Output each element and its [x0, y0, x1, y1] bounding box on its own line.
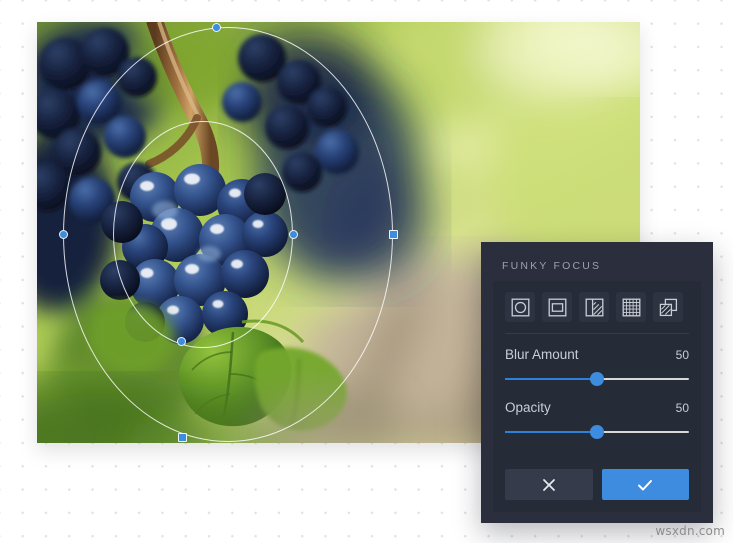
circle-mask-icon[interactable] [505, 292, 535, 322]
blur-amount-header: Blur Amount 50 [505, 334, 689, 362]
watermark: wsxdn.com [655, 524, 725, 538]
editor-canvas: FUNKY FOCUS Blur Amount 50 Opacity 50 ws… [0, 0, 733, 543]
overlay-blur-icon[interactable] [653, 292, 683, 322]
opacity-value: 50 [675, 401, 689, 415]
cancel-button[interactable] [505, 469, 593, 500]
tool-icon-row [493, 281, 701, 322]
panel-title: FUNKY FOCUS [502, 260, 602, 272]
opacity-header: Opacity 50 [505, 387, 689, 415]
opacity-control: Opacity 50 [493, 387, 701, 440]
opacity-slider[interactable] [505, 424, 689, 440]
rectangle-mask-icon[interactable] [542, 292, 572, 322]
opacity-fill [505, 431, 597, 433]
grid-blur-icon[interactable] [616, 292, 646, 322]
check-icon [638, 479, 653, 490]
funky-focus-panel[interactable]: FUNKY FOCUS Blur Amount 50 Opacity 50 [481, 242, 713, 523]
opacity-thumb[interactable] [590, 425, 604, 439]
blur-amount-fill [505, 378, 597, 380]
blur-amount-value: 50 [675, 348, 689, 362]
panel-actions [505, 469, 689, 500]
linear-blur-icon[interactable] [579, 292, 609, 322]
opacity-label: Opacity [505, 400, 551, 415]
confirm-button[interactable] [601, 469, 689, 500]
panel-body: Blur Amount 50 Opacity 50 [493, 281, 701, 512]
close-icon [542, 478, 555, 491]
blur-amount-label: Blur Amount [505, 347, 579, 362]
blur-amount-slider[interactable] [505, 371, 689, 387]
blur-amount-thumb[interactable] [590, 372, 604, 386]
blur-amount-control: Blur Amount 50 [493, 334, 701, 387]
